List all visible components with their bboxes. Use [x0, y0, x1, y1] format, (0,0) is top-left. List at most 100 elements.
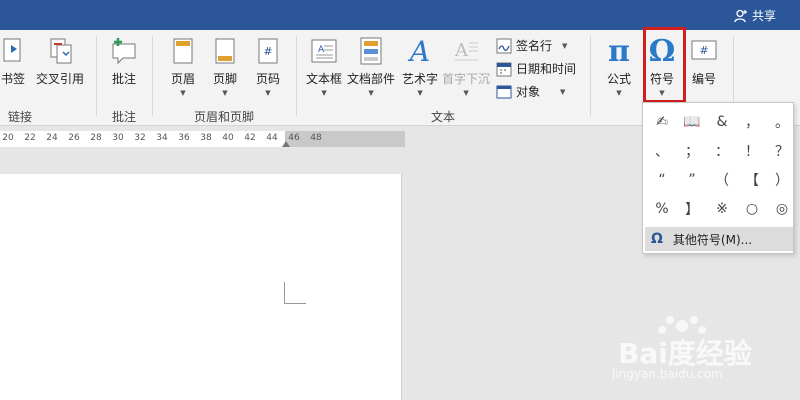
- drop-cap-button[interactable]: A 首字下沉 ▼: [442, 34, 490, 97]
- symbol-cell[interactable]: ，: [737, 107, 767, 136]
- chevron-down-icon: ▼: [562, 41, 568, 50]
- symbol-cell[interactable]: （: [707, 165, 737, 194]
- ruler-tick-label: 42: [244, 133, 256, 143]
- symbol-cell[interactable]: ◎: [767, 194, 797, 223]
- drop-cap-label: 首字下沉: [442, 72, 491, 86]
- wordart-label: 艺术字: [402, 72, 439, 86]
- new-comment-button[interactable]: 批注: [109, 34, 139, 87]
- page-number-button[interactable]: # 页码 ▼: [253, 34, 283, 97]
- date-time-button[interactable]: 日期和时间: [496, 60, 576, 77]
- bookmark-icon: [0, 34, 28, 68]
- signature-line-label: 签名行: [516, 39, 553, 53]
- symbol-cell[interactable]: ○: [737, 194, 767, 223]
- more-symbols-button[interactable]: Ω 其他符号(M)...: [645, 227, 793, 251]
- text-box-button[interactable]: A 文本框 ▼: [306, 34, 342, 97]
- share-label: 共享: [751, 9, 776, 23]
- svg-text:A: A: [318, 45, 325, 55]
- symbol-cell[interactable]: ：: [707, 136, 737, 165]
- bookmark-button[interactable]: 书签: [0, 34, 28, 87]
- symbol-cell[interactable]: “: [647, 165, 677, 194]
- comment-icon: [109, 34, 139, 68]
- svg-text:#: #: [263, 45, 272, 58]
- group-separator: [590, 36, 591, 116]
- symbol-highlight-box: [643, 27, 686, 103]
- object-icon: [496, 85, 512, 98]
- omega-icon: Ω: [651, 231, 663, 247]
- title-bar: 共享: [0, 0, 800, 30]
- svg-text:A: A: [454, 40, 469, 61]
- header-label: 页眉: [170, 72, 195, 86]
- symbol-cell[interactable]: &: [707, 107, 737, 136]
- page-number-label: 页码: [255, 72, 280, 86]
- bookmark-label: 书签: [0, 72, 25, 86]
- symbol-cell[interactable]: 【: [737, 165, 767, 194]
- equation-button[interactable]: π 公式 ▼: [604, 34, 634, 98]
- symbol-cell[interactable]: %: [647, 194, 677, 223]
- symbol-cell[interactable]: 。: [767, 107, 797, 136]
- numbering-label: 编号: [691, 72, 716, 86]
- signature-line-button[interactable]: 签名行 ▼: [496, 37, 567, 54]
- footer-icon: [210, 34, 240, 68]
- share-button[interactable]: 共享: [734, 7, 776, 24]
- document-page[interactable]: [0, 174, 402, 400]
- symbol-cell[interactable]: ？: [767, 136, 797, 165]
- cross-reference-icon: [45, 34, 75, 68]
- ruler-margin: [285, 131, 405, 147]
- symbol-cell[interactable]: ✍: [647, 107, 677, 136]
- symbol-cell[interactable]: ）: [767, 165, 797, 194]
- header-button[interactable]: 页眉 ▼: [168, 34, 198, 97]
- drop-cap-icon: A: [451, 34, 481, 68]
- footer-button[interactable]: 页脚 ▼: [210, 34, 240, 97]
- watermark-url: jingyan.baidu.com: [612, 367, 723, 381]
- symbol-cell[interactable]: ；: [677, 136, 707, 165]
- chevron-down-icon: ▼: [417, 89, 423, 97]
- svg-text:#: #: [699, 44, 708, 57]
- header-icon: [168, 34, 198, 68]
- ruler-tick-label: 36: [178, 133, 190, 143]
- ruler-tick-label: 40: [222, 133, 234, 143]
- group-label-comments: 批注: [112, 110, 137, 124]
- ruler-tick-label: 28: [90, 133, 102, 143]
- footer-label: 页脚: [212, 72, 237, 86]
- chevron-down-icon: ▼: [368, 89, 374, 97]
- person-icon: [734, 9, 747, 22]
- numbering-button[interactable]: # 编号: [689, 34, 719, 87]
- symbol-cell[interactable]: ！: [737, 136, 767, 165]
- ruler-tick-label: 22: [24, 133, 36, 143]
- comment-label: 批注: [111, 72, 136, 86]
- group-label-text: 文本: [431, 110, 456, 124]
- text-box-icon: A: [309, 34, 339, 68]
- ruler-tick-label: 48: [310, 133, 322, 143]
- numbering-icon: #: [689, 34, 719, 68]
- wordart-icon: A: [409, 34, 431, 68]
- symbol-cell[interactable]: 、: [647, 136, 677, 165]
- ruler-tick-label: 46: [288, 133, 300, 143]
- ruler-tick-label: 34: [156, 133, 168, 143]
- quick-parts-icon: [356, 34, 386, 68]
- ruler-tick-label: 30: [112, 133, 124, 143]
- symbol-cell[interactable]: ※: [707, 194, 737, 223]
- symbol-cell[interactable]: 】: [677, 194, 707, 223]
- equation-label: 公式: [606, 72, 631, 86]
- ruler-tick-label: 44: [266, 133, 278, 143]
- object-button[interactable]: 对象 ▼: [496, 83, 565, 100]
- symbol-grid: ✍ 📖 &，。、；：！？ “” （【）%】 ※ ○ ◎: [647, 107, 797, 223]
- chevron-down-icon: ▼: [265, 89, 271, 97]
- symbol-cell[interactable]: 📖: [677, 107, 707, 136]
- chevron-down-icon: ▼: [463, 89, 469, 97]
- object-label: 对象: [516, 85, 541, 99]
- horizontal-ruler[interactable]: 20 22 24 26 28 30 32 34 36 38 40 42 44 46 48: [0, 131, 405, 147]
- quick-parts-button[interactable]: 文档部件 ▼: [347, 34, 395, 97]
- chevron-down-icon: ▼: [560, 87, 566, 96]
- watermark-brand: Bai度经验: [618, 337, 752, 370]
- symbol-cell[interactable]: ”: [677, 165, 707, 194]
- wordart-button[interactable]: A 艺术字 ▼: [402, 34, 439, 98]
- date-time-label: 日期和时间: [516, 62, 577, 76]
- text-box-label: 文本框: [306, 72, 343, 86]
- quick-parts-label: 文档部件: [347, 72, 396, 86]
- cross-reference-button[interactable]: 交叉引用: [36, 34, 84, 87]
- group-label-header-footer: 页眉和页脚: [194, 110, 255, 124]
- group-separator: [152, 36, 153, 116]
- cross-reference-label: 交叉引用: [36, 72, 85, 86]
- group-separator: [96, 36, 97, 116]
